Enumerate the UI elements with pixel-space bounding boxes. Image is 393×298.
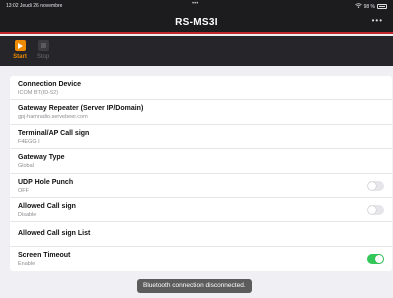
stop-label: Stop: [36, 54, 50, 60]
screen-timeout-toggle[interactable]: [367, 253, 384, 264]
app-title: RS-MS3I: [175, 17, 218, 28]
more-options-button[interactable]: •••: [372, 16, 383, 25]
battery-percent: 98 %: [363, 3, 375, 10]
stop-icon: [37, 40, 49, 51]
navigation-bar: RS-MS3I •••: [0, 12, 393, 34]
settings-list: Connection Device ICOM BT(ID-52) Gateway…: [10, 76, 392, 272]
setting-connection-device[interactable]: Connection Device ICOM BT(ID-52): [10, 76, 392, 101]
setting-value: OFF: [18, 187, 29, 194]
setting-allowed-callsign-list[interactable]: Allowed Call sign List: [10, 222, 392, 247]
setting-title: Allowed Call sign: [18, 202, 76, 210]
setting-title: Gateway Repeater (Server IP/Domain): [18, 105, 144, 113]
setting-terminal-callsign[interactable]: Terminal/AP Call sign F4EGG I: [10, 125, 392, 150]
setting-value: Global: [18, 163, 34, 170]
toggle-knob: [368, 205, 376, 214]
setting-value: ICOM BT(ID-52): [18, 90, 59, 96]
setting-gateway-repeater[interactable]: Gateway Repeater (Server IP/Domain) gpj-…: [10, 100, 392, 125]
setting-value: F4EGG I: [18, 138, 40, 145]
toggle-knob: [375, 254, 383, 263]
udp-hole-punch-toggle[interactable]: [367, 180, 384, 191]
setting-value: Enable: [18, 260, 36, 267]
battery-icon: [377, 4, 387, 9]
setting-udp-hole-punch: UDP Hole Punch OFF: [10, 174, 392, 198]
start-button[interactable]: Start: [9, 40, 31, 60]
play-icon: [14, 40, 26, 51]
multitask-dots-icon[interactable]: •••: [192, 1, 198, 7]
setting-allowed-callsign: Allowed Call sign Disable: [10, 198, 392, 223]
setting-title: Connection Device: [18, 81, 82, 88]
stop-button[interactable]: Stop: [32, 40, 54, 60]
setting-title: UDP Hole Punch: [18, 178, 74, 186]
status-right: 98 %: [354, 3, 387, 10]
setting-title: Terminal/AP Call sign: [18, 129, 90, 137]
toolbar: Start Stop: [0, 36, 393, 66]
setting-value: gpj-hamradio.servebeer.com: [18, 114, 88, 121]
setting-title: Gateway Type: [18, 154, 65, 162]
setting-title: Allowed Call sign List: [18, 230, 91, 238]
status-bar: 13:02 Jeudi 26 novembre ••• 98 %: [0, 0, 393, 12]
setting-title: Screen Timeout: [18, 251, 71, 259]
setting-gateway-type[interactable]: Gateway Type Global: [10, 149, 392, 174]
start-label: Start: [13, 54, 27, 60]
wifi-icon: [354, 3, 362, 10]
allowed-callsign-toggle[interactable]: [367, 204, 384, 215]
setting-value: Disable: [18, 211, 37, 218]
setting-screen-timeout: Screen Timeout Enable: [10, 247, 392, 271]
status-time: 13:02 Jeudi 26 novembre: [6, 3, 63, 9]
toggle-knob: [368, 181, 376, 190]
toast-message: Bluetooth connection disconnected.: [137, 279, 252, 293]
